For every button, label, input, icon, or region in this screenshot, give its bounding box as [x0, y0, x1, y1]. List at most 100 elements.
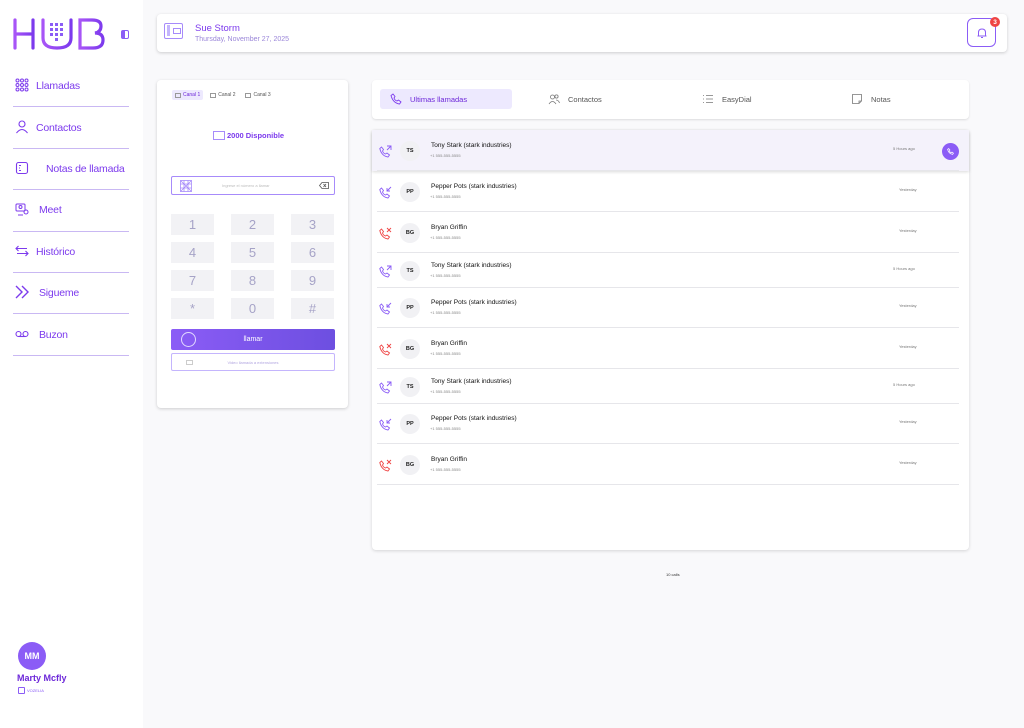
brand-label: VOZELIA	[27, 688, 44, 693]
collapse-sidebar-button[interactable]	[121, 30, 129, 39]
user-profile[interactable]: MM Marty Mcfly VOZELIA	[17, 642, 67, 694]
call-row[interactable]: BG Bryan Griffin +1 555-555-5555 Yesterday	[372, 444, 969, 485]
sidebar-item-sigueme[interactable]: Sigueme	[13, 273, 129, 315]
tab-contactos[interactable]: Contactos	[548, 89, 602, 109]
tab-notas[interactable]: Notas	[851, 89, 891, 109]
phone-icon	[390, 93, 402, 105]
sidebar-item-label: Llamadas	[36, 80, 80, 93]
video-icon	[186, 360, 193, 365]
double-chevron-right-icon	[15, 285, 31, 301]
header-user-name: Sue Storm	[195, 23, 240, 34]
key-hash[interactable]: #	[291, 298, 334, 319]
call-row[interactable]: BG Bryan Griffin +1 555-555-5555 Yesterday	[372, 328, 969, 369]
key-9[interactable]: 9	[291, 270, 334, 291]
incoming-call-icon	[379, 302, 392, 315]
call-row[interactable]: PP Pepper Pots (stark industries) +1 555-5…	[372, 288, 969, 328]
missed-call-icon	[379, 459, 392, 471]
sidebar-item-label: Sigueme	[39, 287, 80, 300]
call-row[interactable]: BG Bryan Griffin +1 555-555-5555 Yesterday	[372, 212, 969, 253]
sidebar-item-label: Notas de llamada	[46, 162, 125, 175]
call-row[interactable]: PP Pepper Pots (stark industries) +1 555-5…	[372, 171, 969, 212]
channel-selector: Canal 1 Canal 2 Canal 3	[172, 90, 274, 100]
sidebar-item-label: Buzon	[39, 328, 68, 341]
tab-ultimas-llamadas[interactable]: Ultimas llamadas	[380, 89, 512, 109]
sidebar-item-contactos[interactable]: Contactos	[13, 107, 129, 149]
availability-label: 2000 Disponible	[227, 131, 285, 140]
contact-name: Pepper Pots (stark industries)	[431, 182, 517, 190]
contact-number: +1 555-555-5555	[430, 350, 461, 356]
key-7[interactable]: 7	[171, 270, 214, 291]
call-row[interactable]: PP Pepper Pots (stark industries) +1 555-5…	[372, 404, 969, 444]
key-2[interactable]: 2	[231, 214, 274, 235]
call-row[interactable]: TS Tony Stark (stark industries) +1 555-55…	[372, 369, 969, 404]
channel-label: Canal 2	[218, 92, 236, 98]
incoming-call-icon	[379, 418, 392, 431]
meet-icon	[15, 202, 31, 218]
contact-number: +1 555-555-5555	[430, 466, 461, 472]
sidebar-item-llamadas[interactable]: Llamadas	[13, 66, 129, 108]
row-divider	[377, 484, 959, 485]
tab-label: Contactos	[568, 94, 602, 104]
contact-initials: PP	[400, 181, 420, 202]
sidebar-item-label: Contactos	[36, 121, 82, 134]
sidebar-item-buzon[interactable]: Buzon	[13, 314, 129, 356]
contact-name: Tony Stark (stark industries)	[431, 377, 512, 385]
call-button[interactable]: llamar	[171, 329, 335, 350]
call-time: Yesterday	[899, 419, 917, 424]
missed-call-icon	[379, 343, 392, 355]
backspace-icon[interactable]	[319, 182, 329, 189]
key-3[interactable]: 3	[291, 214, 334, 235]
key-1[interactable]: 1	[171, 214, 214, 235]
contact-number: +1 555-555-5555	[430, 310, 461, 315]
channel-icon	[210, 92, 217, 98]
video-call-button[interactable]: Video llamada a extensiones	[171, 353, 335, 371]
incoming-call-icon	[379, 186, 392, 198]
sidebar-item-historico[interactable]: Histórico	[13, 232, 129, 273]
key-8[interactable]: 8	[231, 270, 274, 291]
contact-initials: TS	[400, 260, 420, 281]
tab-label: Ultimas llamadas	[410, 94, 468, 104]
contact-name: Bryan Griffin	[431, 455, 468, 463]
hub-logo	[13, 18, 105, 50]
key-4[interactable]: 4	[171, 242, 214, 263]
tab-easydial[interactable]: EasyDial	[702, 89, 752, 109]
notification-count-badge: 3	[990, 17, 1000, 27]
bell-icon	[977, 27, 986, 38]
channel-2-tab[interactable]: Canal 2	[207, 90, 238, 100]
outgoing-call-icon	[379, 381, 392, 393]
calls-count: 10 calls	[666, 572, 680, 577]
channel-3-tab[interactable]: Canal 3	[242, 90, 273, 100]
phone-number-placeholder: Ingrese el número a llamar	[222, 183, 270, 188]
contact-number: +1 555-555-5555	[430, 152, 461, 158]
call-row[interactable]: TS Tony Stark (stark industries) +1 555-55…	[372, 253, 969, 288]
keypad-toggle-icon[interactable]	[180, 180, 192, 192]
channel-1-tab[interactable]: Canal 1	[172, 90, 204, 100]
call-time: 5 Hours ago	[893, 381, 915, 387]
sidebar-item-notas-de-llamada[interactable]: Notas de llamada	[13, 149, 129, 191]
key-star[interactable]: *	[171, 298, 214, 319]
brand-badge: VOZELIA	[18, 687, 67, 694]
key-6[interactable]: 6	[291, 242, 334, 263]
phone-device-icon	[164, 23, 183, 39]
sidebar: Llamadas Contactos Notas de llamada Meet…	[0, 0, 143, 728]
call-time: 5 Hours ago	[893, 265, 915, 271]
sidebar-item-label: Histórico	[36, 245, 76, 258]
outgoing-call-icon	[379, 145, 392, 157]
people-icon	[548, 94, 560, 105]
contact-initials: BG	[400, 222, 420, 243]
key-5[interactable]: 5	[231, 242, 274, 263]
dialpad-icon	[15, 78, 31, 94]
contact-number: +1 555-555-5555	[430, 426, 461, 431]
callback-button[interactable]	[942, 142, 959, 160]
contact-initials: BG	[400, 454, 420, 475]
call-time: Yesterday	[899, 303, 917, 308]
call-row[interactable]: TS Tony Stark (stark industries) +1 555-55…	[372, 130, 969, 171]
phone-number-input[interactable]: Ingrese el número a llamar	[171, 176, 335, 195]
line-icon	[213, 131, 225, 140]
channel-label: Canal 1	[183, 92, 201, 98]
sidebar-item-meet[interactable]: Meet	[13, 190, 129, 232]
key-0[interactable]: 0	[231, 298, 274, 319]
tab-label: Notas	[871, 94, 891, 104]
avatar[interactable]: MM	[18, 642, 46, 670]
line-availability: 2000 Disponible	[213, 131, 284, 140]
